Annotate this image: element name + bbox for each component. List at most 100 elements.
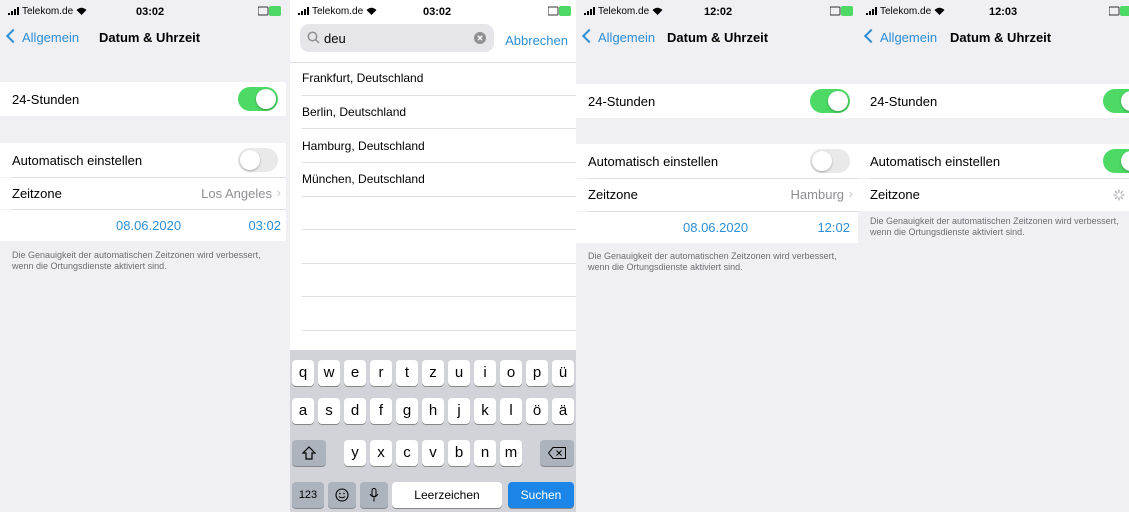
hour24-row: 24-Stunden bbox=[858, 84, 1129, 118]
status-bar: Telekom.de 12:03 bbox=[858, 0, 1129, 22]
auto-set-toggle[interactable] bbox=[1103, 149, 1129, 173]
toggle-knob bbox=[812, 151, 832, 171]
shift-icon bbox=[301, 446, 317, 460]
key[interactable]: g bbox=[396, 398, 418, 424]
key[interactable]: i bbox=[474, 360, 496, 386]
space-key[interactable]: Leerzeichen bbox=[392, 482, 502, 508]
hour24-toggle[interactable] bbox=[810, 89, 850, 113]
key[interactable]: a bbox=[292, 398, 314, 424]
hour24-label: 24-Stunden bbox=[870, 94, 938, 109]
toggle-knob bbox=[1121, 91, 1129, 111]
shift-key[interactable] bbox=[292, 440, 326, 466]
key[interactable]: t bbox=[396, 360, 418, 386]
key[interactable]: h bbox=[422, 398, 444, 424]
status-bar: Telekom.de 12:02 bbox=[576, 0, 858, 22]
back-label: Allgemein bbox=[880, 30, 938, 45]
signal-icon bbox=[866, 7, 877, 16]
key[interactable]: k bbox=[474, 398, 496, 424]
divider bbox=[302, 196, 576, 197]
backspace-key[interactable] bbox=[540, 440, 574, 466]
date-value[interactable]: 08.06.2020 bbox=[116, 218, 181, 233]
toggle-knob bbox=[240, 150, 260, 170]
key[interactable]: b bbox=[448, 440, 470, 466]
time-value[interactable]: 12:02 bbox=[817, 220, 850, 235]
key[interactable]: p bbox=[526, 360, 548, 386]
key[interactable]: c bbox=[396, 440, 418, 466]
page-title: Datum & Uhrzeit bbox=[667, 30, 769, 45]
hour24-toggle[interactable] bbox=[238, 87, 278, 111]
result-item[interactable]: Hamburg, Deutschland bbox=[302, 139, 425, 153]
key[interactable]: ü bbox=[552, 360, 574, 386]
dictation-key[interactable] bbox=[360, 482, 388, 508]
search-key[interactable]: Suchen bbox=[508, 482, 574, 508]
chevron-right-icon: › bbox=[848, 186, 853, 201]
key[interactable]: y bbox=[344, 440, 366, 466]
key[interactable]: n bbox=[474, 440, 496, 466]
toggle-knob bbox=[256, 89, 276, 109]
status-time: 03:02 bbox=[423, 6, 452, 18]
back-button[interactable]: Allgemein bbox=[581, 28, 655, 45]
page-title: Datum & Uhrzeit bbox=[99, 30, 201, 45]
hour24-label: 24-Stunden bbox=[588, 94, 656, 109]
back-button[interactable]: Allgemein bbox=[863, 28, 938, 45]
search-field[interactable]: deu bbox=[300, 24, 494, 52]
back-button[interactable]: Allgemein bbox=[5, 28, 79, 45]
key[interactable]: d bbox=[344, 398, 366, 424]
backspace-icon bbox=[547, 447, 566, 459]
key[interactable]: s bbox=[318, 398, 340, 424]
search-input[interactable]: deu bbox=[324, 31, 346, 46]
status-time: 03:02 bbox=[136, 6, 165, 18]
key[interactable]: j bbox=[448, 398, 470, 424]
numbers-key[interactable]: 123 bbox=[292, 482, 324, 508]
divider bbox=[302, 296, 576, 297]
cancel-button[interactable]: Abbrechen bbox=[505, 33, 568, 48]
hour24-row: 24-Stunden bbox=[0, 82, 286, 116]
auto-set-toggle[interactable] bbox=[810, 149, 850, 173]
key[interactable]: v bbox=[422, 440, 444, 466]
battery-icon bbox=[1109, 6, 1129, 16]
key[interactable]: o bbox=[500, 360, 522, 386]
timezone-row[interactable]: Zeitzone Los Angeles › bbox=[0, 178, 286, 209]
key[interactable]: l bbox=[500, 398, 522, 424]
key[interactable]: w bbox=[318, 360, 340, 386]
result-item[interactable]: Frankfurt, Deutschland bbox=[302, 71, 423, 85]
status-bar: Telekom.de 03:02 bbox=[290, 0, 576, 22]
timezone-label: Zeitzone bbox=[588, 187, 638, 202]
key[interactable]: r bbox=[370, 360, 392, 386]
wifi-icon bbox=[76, 8, 87, 16]
result-item[interactable]: München, Deutschland bbox=[302, 172, 425, 186]
carrier-label: Telekom.de bbox=[312, 6, 364, 17]
location-footnote: Die Genauigkeit der automatischen Zeitzo… bbox=[588, 251, 837, 272]
key[interactable]: u bbox=[448, 360, 470, 386]
auto-set-row: Automatisch einstellen bbox=[0, 143, 286, 177]
emoji-key[interactable] bbox=[328, 482, 356, 508]
chevron-left-icon bbox=[581, 28, 597, 44]
key[interactable]: e bbox=[344, 360, 366, 386]
key[interactable]: m bbox=[500, 440, 522, 466]
time-value[interactable]: 03:02 bbox=[248, 218, 281, 233]
hour24-label: 24-Stunden bbox=[12, 92, 80, 107]
toggle-knob bbox=[1121, 151, 1129, 171]
key[interactable]: q bbox=[292, 360, 314, 386]
carrier-label: Telekom.de bbox=[880, 6, 932, 17]
timezone-row: Zeitzone bbox=[858, 179, 1129, 211]
date-value[interactable]: 08.06.2020 bbox=[683, 220, 748, 235]
key[interactable]: f bbox=[370, 398, 392, 424]
loading-spinner-icon bbox=[1113, 189, 1125, 201]
result-item[interactable]: Berlin, Deutschland bbox=[302, 105, 406, 119]
timezone-label: Zeitzone bbox=[12, 186, 62, 201]
divider bbox=[302, 330, 576, 331]
auto-set-label: Automatisch einstellen bbox=[588, 154, 719, 169]
timezone-row[interactable]: Zeitzone Hamburg › bbox=[576, 179, 858, 211]
keyboard: q w e r t z u i o p ü a s d f g h j k l … bbox=[290, 350, 576, 512]
key[interactable]: x bbox=[370, 440, 392, 466]
key[interactable]: ö bbox=[526, 398, 548, 424]
clear-icon[interactable] bbox=[474, 32, 486, 44]
key[interactable]: z bbox=[422, 360, 444, 386]
navigation-bar: Allgemein Datum & Uhrzeit bbox=[858, 22, 1129, 56]
wifi-icon bbox=[934, 8, 945, 16]
hour24-row: 24-Stunden bbox=[576, 84, 858, 118]
key[interactable]: ä bbox=[552, 398, 574, 424]
auto-set-toggle[interactable] bbox=[238, 148, 278, 172]
hour24-toggle[interactable] bbox=[1103, 89, 1129, 113]
